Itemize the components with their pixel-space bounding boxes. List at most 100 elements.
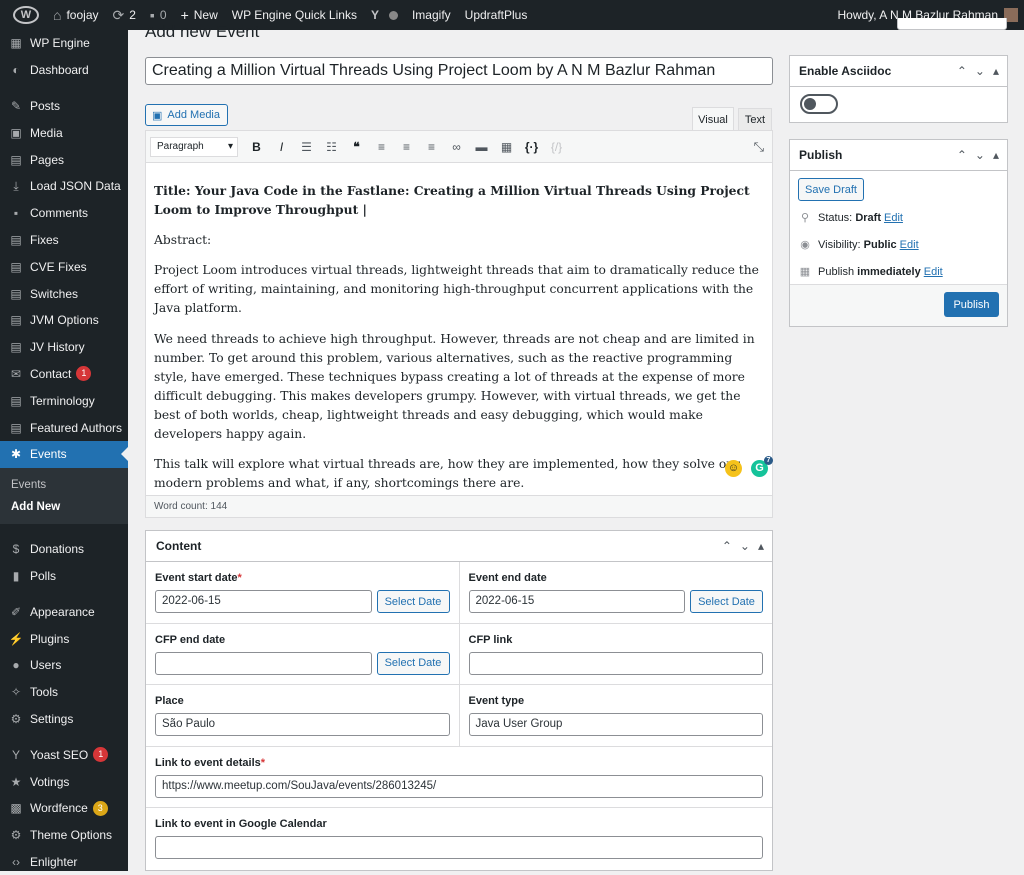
sidebar-item-jv-history[interactable]: ▤ JV History: [0, 334, 128, 361]
table-icon: ▤: [10, 232, 22, 247]
screen-options-tab[interactable]: [897, 18, 1007, 30]
edit-visibility-link[interactable]: Edit: [900, 239, 919, 251]
sidebar-item-contact[interactable]: ✉ Contact 1: [0, 361, 128, 388]
chevron-up-icon[interactable]: ⌃: [957, 148, 967, 162]
select-date-button[interactable]: Select Date: [690, 590, 763, 613]
refresh-icon: ⟳: [112, 6, 125, 23]
updraft-menu[interactable]: UpdraftPlus: [458, 0, 535, 30]
disabled-code-icon[interactable]: {/}: [544, 140, 569, 154]
sidebar-item-posts[interactable]: ✎ Posts: [0, 93, 128, 120]
sidebar-item-label: Plugins: [30, 631, 70, 646]
event-start-input[interactable]: 2022-06-15: [155, 590, 372, 613]
sidebar-item-theme-options[interactable]: ⚙ Theme Options: [0, 822, 128, 849]
place-input[interactable]: São Paulo: [155, 713, 450, 736]
gcal-link-input[interactable]: [155, 836, 763, 859]
tab-visual[interactable]: Visual: [692, 107, 734, 131]
event-link-input[interactable]: https://www.meetup.com/SouJava/events/28…: [155, 774, 763, 798]
grammarly-icon[interactable]: G7: [751, 456, 773, 477]
updates-link[interactable]: ⟳ 2: [106, 0, 143, 30]
visibility-row: ◉ Visibility: Public Edit: [798, 238, 919, 252]
cfp-end-input[interactable]: [155, 651, 372, 675]
sidebar-item-polls[interactable]: ▮ Polls: [0, 563, 128, 590]
post-title-input[interactable]: Creating a Million Virtual Threads Using…: [145, 57, 773, 85]
sidebar-item-settings[interactable]: ⚙ Settings: [0, 706, 128, 733]
chevron-up-icon[interactable]: ⌃: [722, 539, 732, 553]
sidebar-item-fixes[interactable]: ▤ Fixes: [0, 227, 128, 254]
editor-content[interactable]: Title: Your Java Code in the Fastlane: C…: [146, 163, 772, 493]
table-icon: ▤: [10, 313, 22, 328]
sidebar-item-tools[interactable]: ✧ Tools: [0, 679, 128, 706]
fullscreen-icon[interactable]: ⤡: [754, 139, 764, 155]
sidebar-item-wordfence[interactable]: ▩ Wordfence 3: [0, 795, 128, 822]
align-left-icon[interactable]: ≡: [369, 140, 394, 154]
select-date-button[interactable]: Select Date: [376, 590, 450, 613]
select-date-button[interactable]: Select Date: [376, 651, 450, 675]
collapse-icon[interactable]: ▴: [993, 148, 999, 162]
sidebar-item-donations[interactable]: $ Donations: [0, 536, 128, 563]
event-end-label: Event end date: [468, 572, 547, 584]
content-header: Content ⌃ ⌄ ▴: [146, 531, 772, 562]
save-draft-button[interactable]: Save Draft: [798, 178, 864, 201]
schedule-row: ▦ Publish immediately Edit: [799, 265, 943, 279]
submenu-events[interactable]: Events: [0, 474, 128, 496]
chart-icon: ▮: [12, 568, 20, 583]
bold-icon[interactable]: B: [244, 140, 269, 154]
sidebar-item-enlighter[interactable]: ‹› Enlighter: [0, 849, 128, 875]
chevron-down-icon[interactable]: ⌄: [975, 148, 985, 162]
sidebar-item-appearance[interactable]: ✐ Appearance: [0, 598, 128, 625]
sidebar-item-pages[interactable]: ▤ Pages: [0, 146, 128, 173]
italic-icon[interactable]: I: [269, 140, 294, 154]
asciidoc-panel: Enable Asciidoc ⌃ ⌄ ▴: [789, 55, 1008, 123]
add-media-button[interactable]: ▣ Add Media: [145, 104, 228, 126]
collapse-icon[interactable]: ▴: [758, 539, 764, 553]
toolbar-toggle-icon[interactable]: ▦: [494, 140, 519, 154]
sidebar-item-switches[interactable]: ▤ Switches: [0, 280, 128, 307]
blockquote-icon[interactable]: ❝: [344, 140, 369, 154]
event-end-input[interactable]: 2022-06-15: [468, 590, 685, 613]
sidebar-item-featured-authors[interactable]: ▤ Featured Authors: [0, 414, 128, 441]
read-more-icon[interactable]: ▬: [469, 140, 494, 154]
link-icon[interactable]: ∞: [444, 140, 469, 154]
sidebar-item-events[interactable]: ✱ Events: [0, 440, 128, 468]
chevron-down-icon[interactable]: ⌄: [740, 539, 750, 553]
media-icon: ▣: [10, 125, 22, 140]
sidebar-item-comments[interactable]: ▪ Comments: [0, 200, 128, 227]
emoji-icon[interactable]: ☺: [725, 460, 742, 477]
align-right-icon[interactable]: ≡: [419, 140, 444, 154]
sidebar-item-terminology[interactable]: ▤ Terminology: [0, 387, 128, 414]
star-icon: ★: [10, 774, 22, 789]
code-icon[interactable]: {·}: [519, 140, 544, 154]
imagify-menu[interactable]: Imagify: [405, 0, 458, 30]
chevron-up-icon[interactable]: ⌃: [957, 64, 967, 78]
sidebar-item-dashboard[interactable]: ◐ Dashboard: [0, 57, 128, 84]
align-center-icon[interactable]: ≡: [394, 140, 419, 154]
yoast-menu[interactable]: Y: [364, 0, 405, 30]
sidebar-item-label: Fixes: [30, 232, 59, 247]
sidebar-item-votings[interactable]: ★ Votings: [0, 768, 128, 795]
submenu-add-new[interactable]: Add New: [0, 496, 128, 518]
sidebar-item-jvm-options[interactable]: ▤ JVM Options: [0, 307, 128, 334]
tab-text[interactable]: Text: [738, 108, 772, 130]
sidebar-item-yoast-seo[interactable]: Y Yoast SEO 1: [0, 741, 128, 768]
sidebar-item-label: Settings: [30, 711, 74, 726]
sidebar-item-wp-engine[interactable]: ▦ WP Engine: [0, 30, 128, 57]
sidebar-item-users[interactable]: ● Users: [0, 652, 128, 679]
format-select[interactable]: Paragraph: [150, 136, 238, 157]
site-name-link[interactable]: ⌂ foojay: [46, 0, 106, 30]
brush-icon: ✐: [10, 604, 22, 619]
sidebar-item-plugins[interactable]: ⚡ Plugins: [0, 625, 128, 652]
cfp-link-input[interactable]: [468, 651, 763, 675]
edit-status-link[interactable]: Edit: [884, 212, 903, 224]
chevron-down-icon[interactable]: ⌄: [975, 64, 985, 78]
bullet-list-icon[interactable]: ☰: [294, 140, 319, 154]
edit-schedule-link[interactable]: Edit: [924, 266, 943, 278]
publish-button[interactable]: Publish: [944, 292, 999, 317]
collapse-icon[interactable]: ▴: [993, 64, 999, 78]
numbered-list-icon[interactable]: ☷: [319, 140, 344, 154]
wordpress-logo-icon[interactable]: W: [0, 0, 46, 30]
sidebar-item-load-json-data[interactable]: ⤓ Load JSON Data: [0, 173, 128, 200]
sidebar-item-media[interactable]: ▣ Media: [0, 119, 128, 146]
asciidoc-toggle[interactable]: [800, 94, 838, 114]
sidebar-item-cve-fixes[interactable]: ▤ CVE Fixes: [0, 253, 128, 280]
event-type-input[interactable]: Java User Group: [468, 713, 763, 736]
